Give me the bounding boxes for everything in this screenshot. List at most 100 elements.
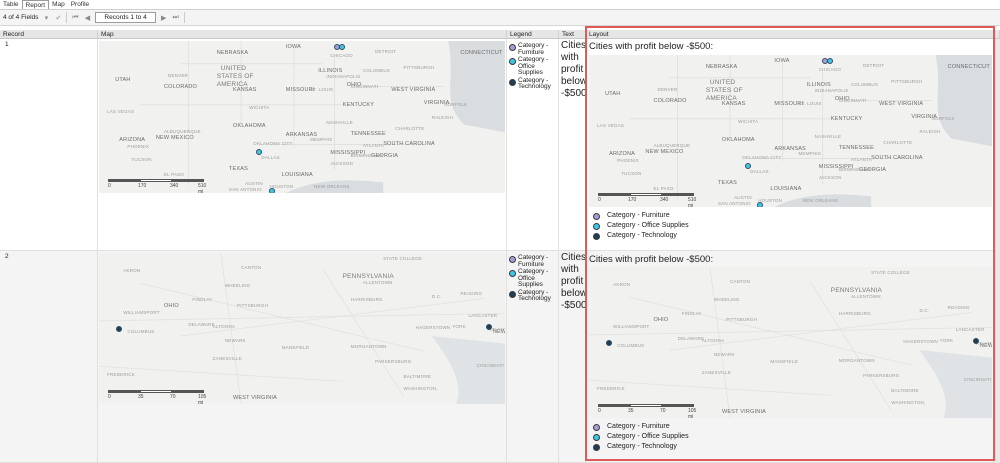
layout-cell: Cities with profit below -$500: UNITED ST… [586, 39, 994, 251]
us-map[interactable]: UNITED STATES OF AMERICA NEBRASKA IOWA UTAH CO… [99, 41, 505, 193]
scale-bar-label: 510 mi [198, 183, 207, 193]
map-city-label: TUCSON [621, 170, 642, 176]
legend-item-furniture: Category - Furniture [593, 213, 689, 220]
city-marker-technology[interactable] [972, 337, 979, 344]
technology-marker-icon [509, 78, 516, 86]
map-city-label: YORK [452, 323, 466, 329]
map-city-label: PITTSBURGH [726, 316, 758, 322]
regional-map[interactable]: PENNSYLVANIAOHIOWEST VIRGINIANEW JERSEYP… [589, 267, 992, 418]
column-header-map[interactable]: Map [98, 30, 507, 39]
map-city-label: NORFOLK [444, 101, 468, 107]
legend-label: Category - Technology [607, 232, 677, 240]
bay-shape [919, 350, 992, 418]
column-header-record[interactable]: Record [0, 30, 98, 39]
map-city-label: DETROIT [863, 62, 885, 68]
profit-heading-text: Cities with profit below -$500: [561, 252, 587, 311]
map-city-label: CANTON [241, 265, 262, 271]
map-city-label: BIRMINGHAM [350, 153, 382, 159]
record-number: 1 [5, 41, 9, 48]
legend-item-technology: Category - Technology [509, 77, 558, 91]
legend-item-technology: Category - Technology [593, 444, 689, 451]
city-marker-office-supplies[interactable] [757, 201, 764, 207]
legend-label: Category - Furniture [607, 423, 670, 431]
map-region-label: UNITED [709, 79, 736, 87]
road-line [139, 282, 424, 352]
vertical-scrollbar[interactable] [994, 39, 1000, 463]
map-city-label: PARKERSBURG [863, 372, 900, 378]
map-state-label: KANSAS [232, 86, 257, 93]
next-record-icon[interactable]: ▶ [160, 14, 168, 22]
map-city-label: DETROIT [375, 48, 397, 54]
furniture-marker-icon [509, 256, 516, 263]
office-supplies-marker-icon [509, 270, 516, 277]
map-state-label: NEW MEXICO [155, 135, 194, 142]
legend-label: Category - Furniture [518, 254, 549, 268]
checkmark-icon[interactable]: ✔ [54, 14, 62, 22]
map-state-label: WEST VIRGINIA [232, 394, 278, 401]
map-state-label: WEST VIRGINIA [879, 100, 924, 107]
map-region-label: STATES OF [216, 72, 254, 80]
legend-label: Category - Furniture [518, 42, 549, 56]
map-city-label: COLUMBUS [617, 342, 645, 348]
legend-label: Category - Office Supplies [607, 433, 689, 441]
layout-title: Cities with profit below -$500: [589, 254, 714, 265]
map-city-label: ST. LOUIS [798, 100, 822, 106]
map-city-label: WILLIAMSPORT [613, 324, 650, 330]
legend-label: Category - Technology [518, 288, 551, 302]
scale-bar-segment [172, 390, 204, 393]
scale-bar-label: 70 [170, 394, 176, 400]
map-city-label: WASHINGTON, [891, 399, 926, 405]
previous-record-icon[interactable]: ◀ [83, 14, 91, 22]
toolbar-divider [183, 12, 185, 23]
city-marker-office-supplies[interactable] [268, 187, 275, 193]
map-city-label: LAS VEGAS [597, 123, 625, 129]
scale-bar-label: 105 mi [198, 394, 207, 404]
city-marker-technology[interactable] [606, 339, 613, 346]
map-city-label: D.C. [431, 293, 442, 299]
map-city-label: INDIANAPOLIS [814, 88, 849, 94]
map-city-label: WICHITA [249, 104, 270, 110]
map-city-label: CHICAGO [818, 67, 842, 73]
tab-table[interactable]: Table [0, 0, 22, 9]
map-city-label: PITTSBURGH [891, 79, 923, 85]
map-city-label: AUSTIN [245, 180, 263, 186]
city-marker-technology[interactable] [116, 325, 123, 332]
map-city-label: TUCSON [131, 156, 152, 162]
tab-report[interactable]: Report [21, 0, 50, 9]
map-city-label: OKLAHOMA CITY [742, 155, 782, 161]
map-state-label: TENNESSEE [350, 130, 386, 137]
map-city-label: ATLANTA [850, 156, 872, 162]
regional-map[interactable]: PENNSYLVANIAOHIOWEST VIRGINIANEW JERSEYP… [99, 253, 505, 404]
scale-bar-segment [662, 193, 694, 196]
map-state-label: NEW MEXICO [645, 149, 684, 156]
map-city-label: CINCINNATI [838, 97, 867, 103]
map-state-label: TEXAS [228, 165, 248, 172]
fields-dropdown[interactable]: 4 of 4 Fields [3, 14, 38, 21]
first-record-icon[interactable]: ⏮ [71, 14, 79, 22]
map-city-label: COLUMBUS [127, 328, 155, 334]
last-record-icon[interactable]: ⏭ [172, 14, 180, 22]
map-city-label: BALTIMORE [891, 387, 919, 393]
map-city-label: MORGANTOWN [838, 357, 875, 363]
column-header-layout[interactable]: Layout [586, 30, 1000, 39]
city-marker-office-supplies[interactable] [338, 44, 345, 51]
tab-map[interactable]: Map [49, 0, 68, 9]
us-map[interactable]: UNITED STATES OF AMERICA NEBRASKA IOWA UTAH CO… [589, 55, 992, 207]
chevron-down-icon[interactable]: ▾ [42, 14, 50, 22]
office-supplies-marker-icon [593, 434, 600, 441]
map-city-label: COLUMBUS [362, 68, 390, 74]
tab-profile[interactable]: Profile [68, 0, 92, 9]
map-city-label: EL PASO [163, 171, 185, 177]
scale-bar-label: 0 [598, 408, 601, 414]
column-header-legend[interactable]: Legend [507, 30, 559, 39]
layout-title: Cities with profit below -$500: [589, 41, 714, 52]
map-state-label: WEST VIRGINIA [721, 408, 767, 415]
scale-bar-segment [598, 404, 630, 407]
column-header-text[interactable]: Text [559, 30, 586, 39]
profit-heading-text: Cities with profit below -$500: [561, 40, 587, 99]
map-city-label: ALTOONA [701, 337, 725, 343]
city-marker-technology[interactable] [485, 323, 492, 330]
records-range-field[interactable]: Records 1 to 4 [95, 12, 156, 23]
legend-label: Category - Technology [607, 443, 677, 451]
record-number: 2 [5, 253, 9, 260]
